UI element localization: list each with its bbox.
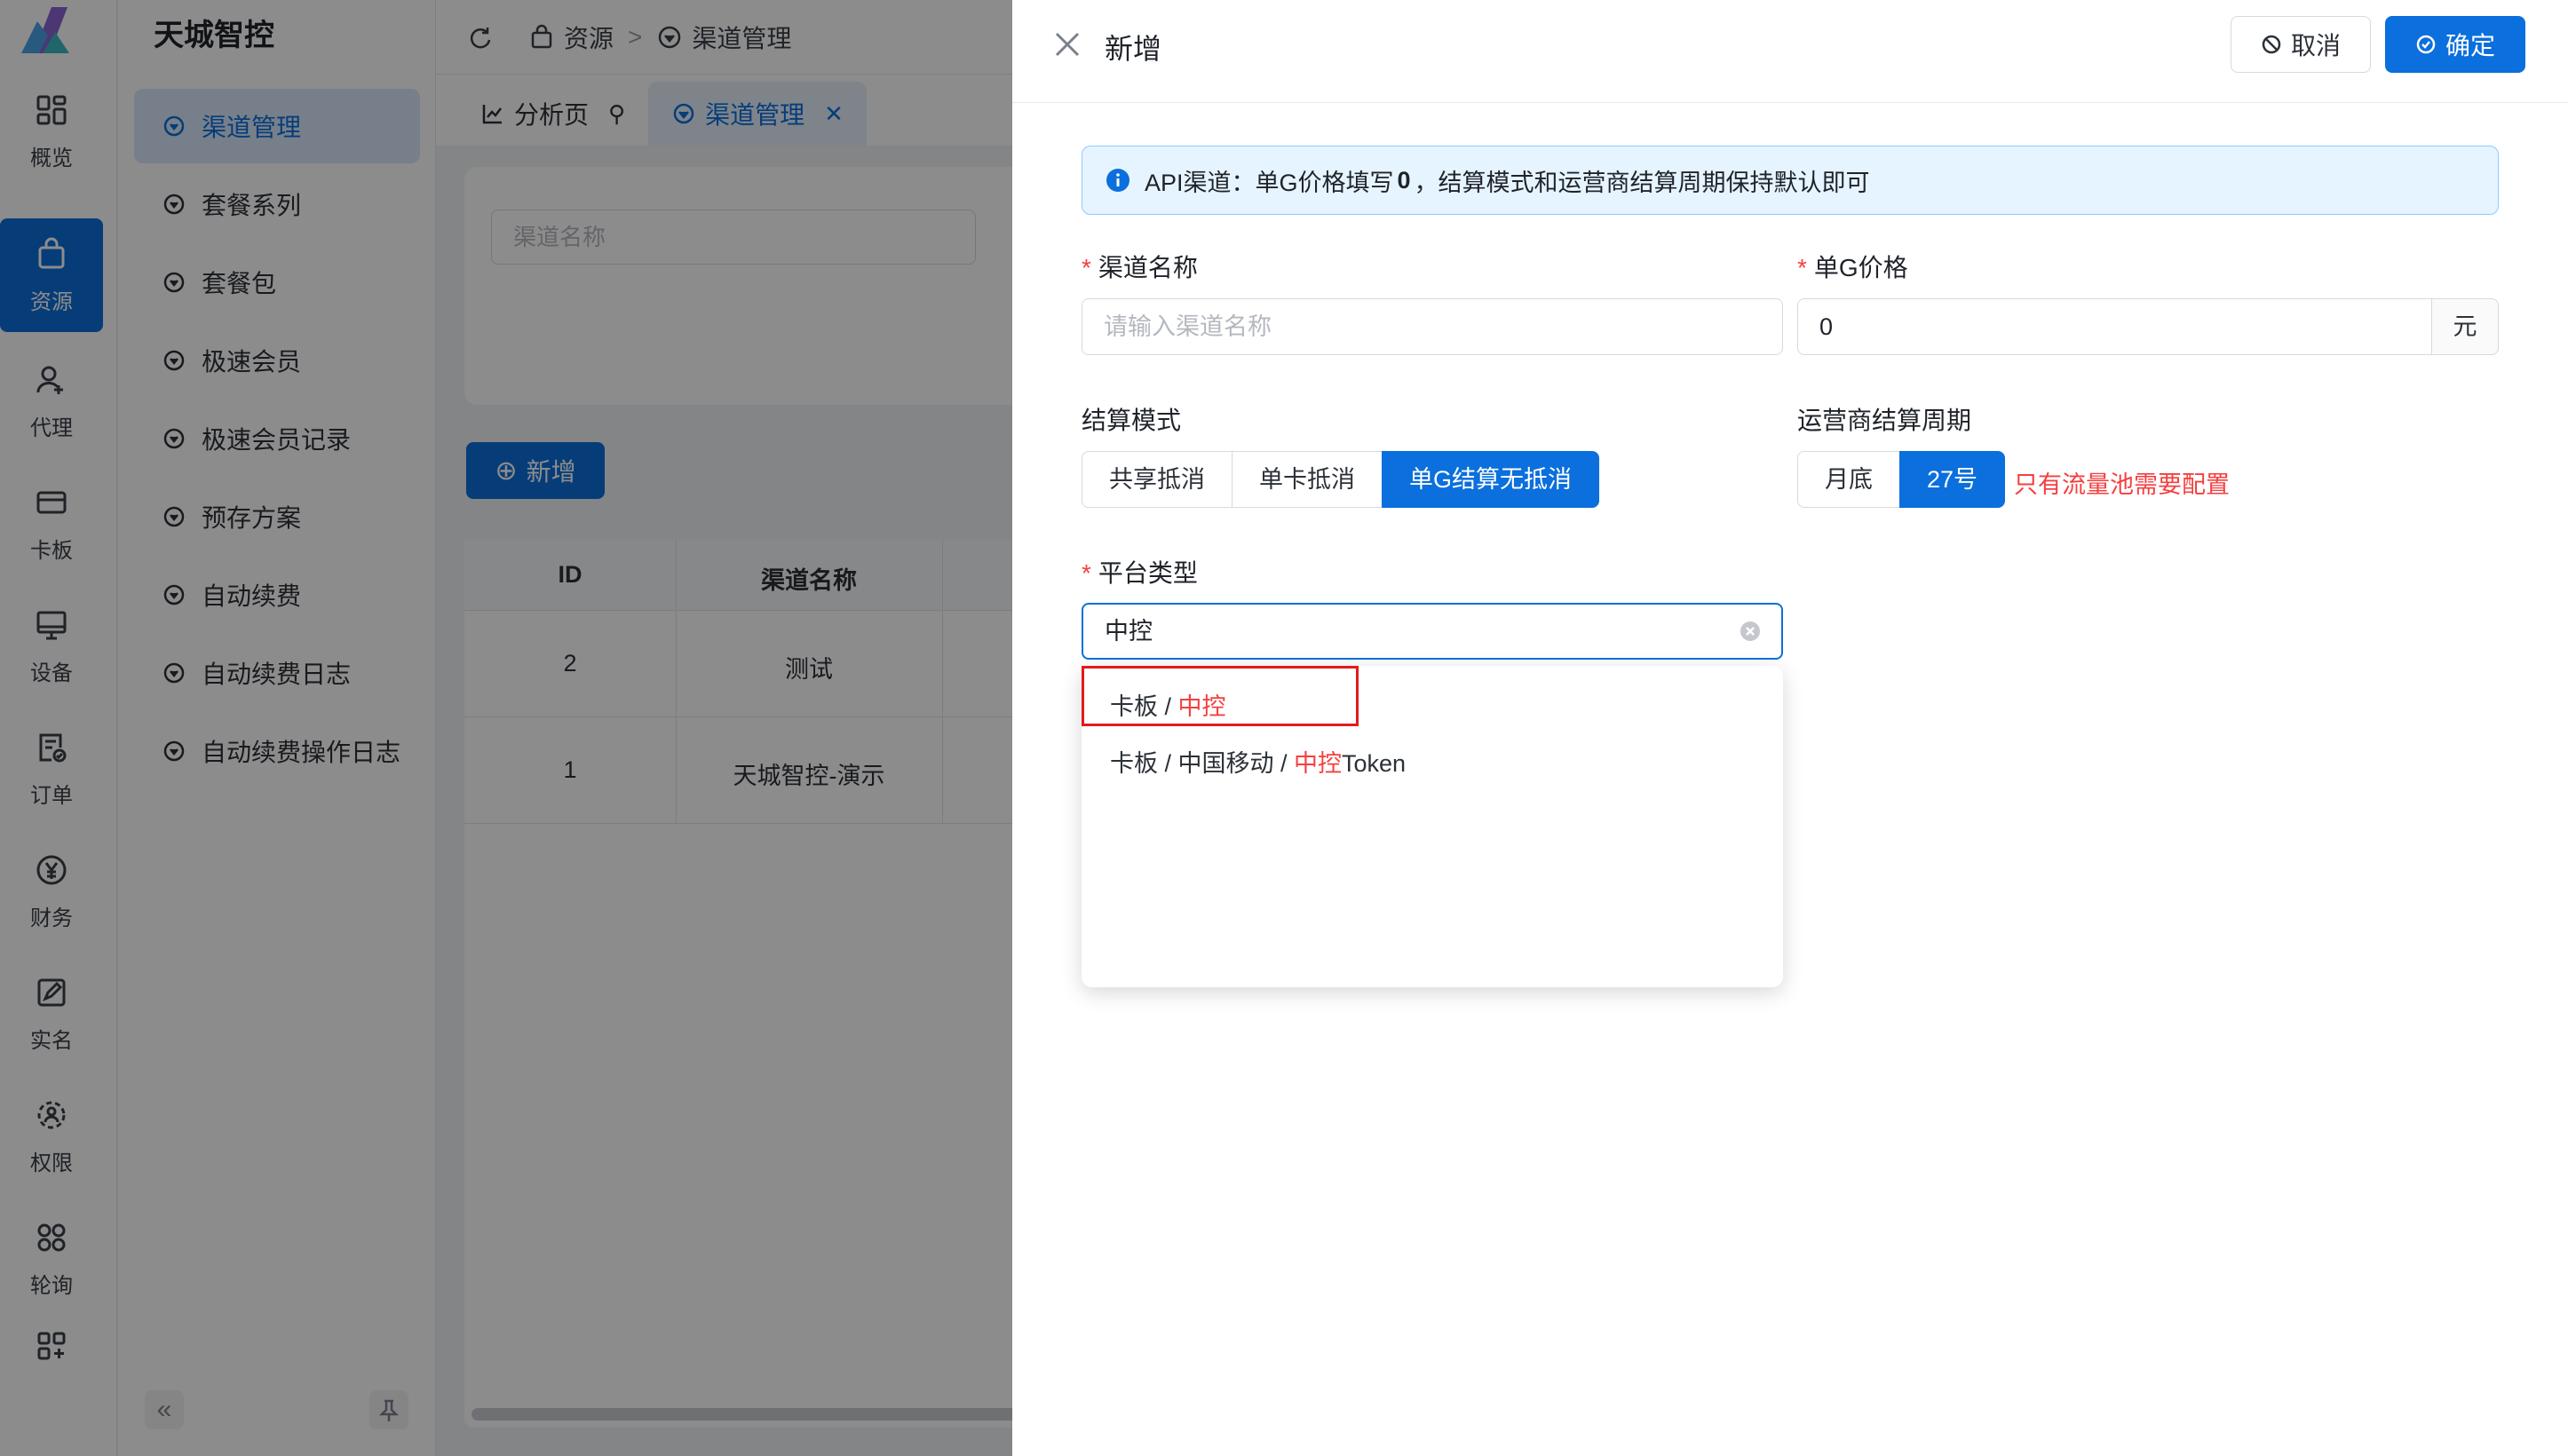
platform-type-label-text: 平台类型: [1098, 559, 1198, 587]
channel-name-label: * 渠道名称: [1082, 249, 1198, 284]
clear-icon[interactable]: [1739, 620, 1762, 643]
settle-mode-per-gb[interactable]: 单G结算无抵消: [1382, 451, 1600, 508]
settle-mode-label: 结算模式: [1082, 407, 1182, 434]
dropdown-option[interactable]: 卡板 / 中国移动 / 中控Token: [1110, 744, 1406, 779]
confirm-button[interactable]: 确定: [2385, 16, 2525, 73]
required-mark: *: [1797, 254, 1807, 281]
platform-type-input[interactable]: 中控: [1082, 603, 1783, 660]
unit-price-input[interactable]: 0: [1797, 298, 2433, 355]
close-icon[interactable]: [1051, 28, 1083, 60]
drawer-header: 新增 取消 确定: [1012, 0, 2568, 103]
add-drawer: 新增 取消 确定 API渠道：单G价格填写 0 ，结算模式和运营商结算周期保持默…: [1012, 0, 2568, 1456]
settle-mode-shared[interactable]: 共享抵消: [1082, 451, 1232, 508]
carrier-cycle-segmented: 月底 27号: [1797, 451, 2006, 508]
alert-text-prefix: API渠道：单G价格填写: [1145, 169, 1394, 196]
alert-text-suffix: ，结算模式和运营商结算周期保持默认即可: [1414, 169, 1870, 196]
unit-price-label-text: 单G价格: [1813, 254, 1908, 281]
option-match: 中控: [1294, 750, 1343, 777]
option-prefix: 卡板 / 中国移动 /: [1110, 750, 1295, 777]
unit-price-suffix: 元: [2431, 298, 2499, 355]
required-mark: *: [1082, 559, 1091, 587]
settle-mode-segmented: 共享抵消 单卡抵消 单G结算无抵消: [1082, 451, 1600, 508]
info-icon: [1106, 169, 1129, 192]
highlight-box: [1082, 666, 1359, 726]
confirm-label: 确定: [2445, 32, 2495, 59]
drawer-title: 新增: [1105, 33, 1162, 65]
info-alert: API渠道：单G价格填写 0 ，结算模式和运营商结算周期保持默认即可: [1082, 146, 2499, 215]
cancel-label: 取消: [2290, 32, 2341, 59]
ban-icon: [2262, 35, 2281, 54]
required-mark: *: [1082, 254, 1091, 281]
carrier-cycle-27th[interactable]: 27号: [1899, 451, 2006, 508]
carrier-cycle-label: 运营商结算周期: [1797, 407, 1972, 434]
check-circle-icon: [2416, 35, 2436, 54]
alert-text-bold: 0: [1397, 166, 1411, 194]
unit-price-label: * 单G价格: [1797, 249, 1908, 284]
option-suffix: Token: [1342, 750, 1407, 777]
channel-name-label-text: 渠道名称: [1098, 254, 1198, 281]
carrier-cycle-month-end[interactable]: 月底: [1797, 451, 1900, 508]
platform-type-label: * 平台类型: [1082, 554, 1198, 590]
carrier-cycle-hint: 只有流量池需要配置: [2014, 471, 2230, 498]
channel-name-input[interactable]: 请输入渠道名称: [1082, 298, 1783, 355]
settle-mode-single-card[interactable]: 单卡抵消: [1232, 451, 1383, 508]
cancel-button[interactable]: 取消: [2231, 16, 2371, 73]
